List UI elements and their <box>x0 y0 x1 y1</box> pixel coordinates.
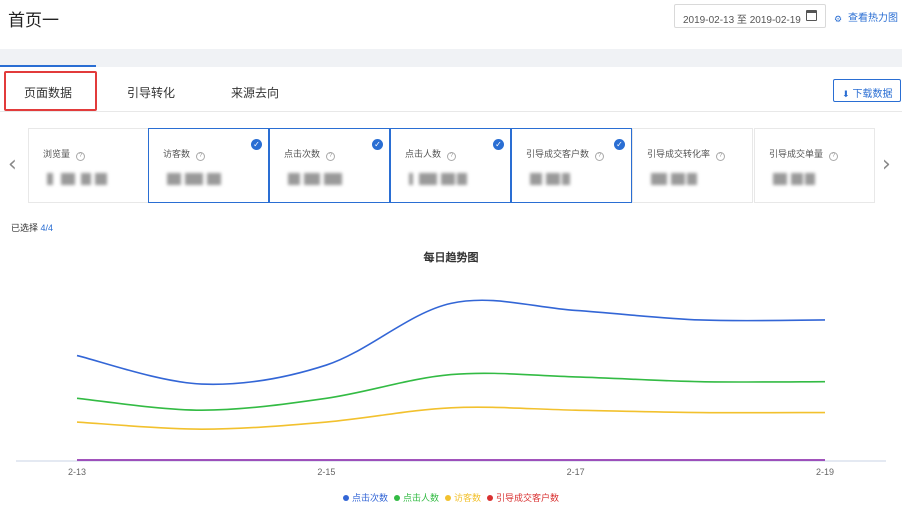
legend-item[interactable]: 引导成交客户数 <box>487 491 559 504</box>
date-range-picker[interactable]: 2019-02-13 至 2019-02-19 <box>674 4 826 28</box>
metric-card[interactable]: 引导成交客户数? ✓ <box>511 128 632 203</box>
check-icon: ✓ <box>493 139 504 150</box>
metric-card[interactable]: 点击次数? ✓ <box>269 128 390 203</box>
legend-item[interactable]: 访客数 <box>445 491 481 504</box>
help-icon[interactable]: ? <box>76 152 86 161</box>
selected-count-prefix: 已选择 <box>11 223 41 233</box>
metric-label: 浏览量? <box>43 147 86 161</box>
legend-item[interactable]: 点击人数 <box>393 491 439 504</box>
metric-card[interactable]: 浏览量? <box>28 128 149 203</box>
metric-value-redacted <box>409 171 471 187</box>
check-icon: ✓ <box>372 139 383 150</box>
metric-value-redacted <box>773 171 835 187</box>
check-icon: ✓ <box>614 139 625 150</box>
date-range-text: 2019-02-13 至 2019-02-19 <box>683 15 801 26</box>
x-tick-label: 2-19 <box>816 467 834 477</box>
active-tab-highlight <box>4 71 97 111</box>
metric-label: 引导成交客户数? <box>526 147 605 161</box>
selected-count: 已选择 4/4 <box>11 221 53 234</box>
help-icon[interactable]: ? <box>716 152 726 161</box>
metric-label-text: 引导成交单量 <box>769 149 824 159</box>
heatmap-link[interactable]: ⚙ 查看热力图 <box>834 9 898 24</box>
metric-value-redacted <box>167 171 229 187</box>
legend-label: 点击人数 <box>402 493 439 503</box>
series-line <box>76 372 826 411</box>
legend-item[interactable]: 点击次数 <box>342 491 388 504</box>
series-line <box>76 299 826 386</box>
metric-label-text: 访客数 <box>163 149 191 159</box>
legend-dot <box>342 495 349 501</box>
metric-value-redacted <box>47 171 109 187</box>
legend-dot <box>445 495 451 501</box>
tab-guide-conversion[interactable]: 引导转化 <box>127 84 175 101</box>
page-title: 首页一 <box>8 11 59 30</box>
heatmap-link-label: 查看热力图 <box>848 13 898 24</box>
metric-value-redacted <box>530 171 592 187</box>
heatmap-icon: ⚙ <box>834 14 843 24</box>
x-tick-label: 2-15 <box>317 467 335 477</box>
carousel-prev-button[interactable]: ‹ <box>8 152 17 177</box>
help-icon[interactable]: ? <box>196 152 206 161</box>
help-icon[interactable]: ? <box>595 152 605 161</box>
metric-value-redacted <box>288 171 350 187</box>
metric-card[interactable]: 访客数? ✓ <box>148 128 269 203</box>
metric-label-text: 引导成交转化率 <box>647 149 711 159</box>
metric-label: 引导成交单量? <box>769 147 839 161</box>
carousel-next-button[interactable]: › <box>882 152 891 177</box>
metric-value-redacted <box>651 171 713 187</box>
check-icon: ✓ <box>251 139 262 150</box>
download-data-button[interactable]: ⬇ 下载数据 <box>833 79 901 102</box>
metric-label: 引导成交转化率? <box>647 147 726 161</box>
help-icon[interactable]: ? <box>326 152 336 161</box>
selected-count-value: 4/4 <box>40 223 54 233</box>
legend-dot <box>487 495 494 501</box>
metric-label: 访客数? <box>163 147 206 161</box>
help-icon[interactable]: ? <box>829 152 839 161</box>
metric-label-text: 浏览量 <box>43 149 71 159</box>
active-tab-indicator <box>0 65 96 67</box>
metric-card[interactable]: 引导成交转化率? <box>632 128 753 203</box>
metric-card[interactable]: 引导成交单量? <box>754 128 875 203</box>
legend-dot <box>393 495 400 501</box>
chart-legend: 点击次数 点击人数 访客数 引导成交客户数 <box>0 491 902 504</box>
metric-label: 点击次数? <box>284 147 336 161</box>
legend-label: 引导成交客户数 <box>496 493 560 503</box>
legend-label: 访客数 <box>454 493 482 503</box>
metric-label-text: 引导成交客户数 <box>526 149 590 159</box>
metric-label-text: 点击次数 <box>284 149 321 159</box>
content-divider-band <box>0 49 902 67</box>
calendar-icon <box>806 10 817 21</box>
tab-source-destination[interactable]: 来源去向 <box>231 84 279 101</box>
x-tick-label: 2-17 <box>567 467 585 477</box>
help-icon[interactable]: ? <box>447 152 457 161</box>
download-icon: ⬇ <box>842 89 850 99</box>
metric-card[interactable]: 点击人数? ✓ <box>390 128 511 203</box>
metric-label-text: 点击人数 <box>405 149 442 159</box>
tabs-divider <box>0 111 902 112</box>
download-label: 下载数据 <box>852 89 893 100</box>
metric-label: 点击人数? <box>405 147 457 161</box>
x-tick-label: 2-13 <box>68 467 86 477</box>
daily-trend-chart: 2-13 2-15 2-17 2-19 <box>16 299 886 477</box>
legend-label: 点击次数 <box>351 493 388 503</box>
